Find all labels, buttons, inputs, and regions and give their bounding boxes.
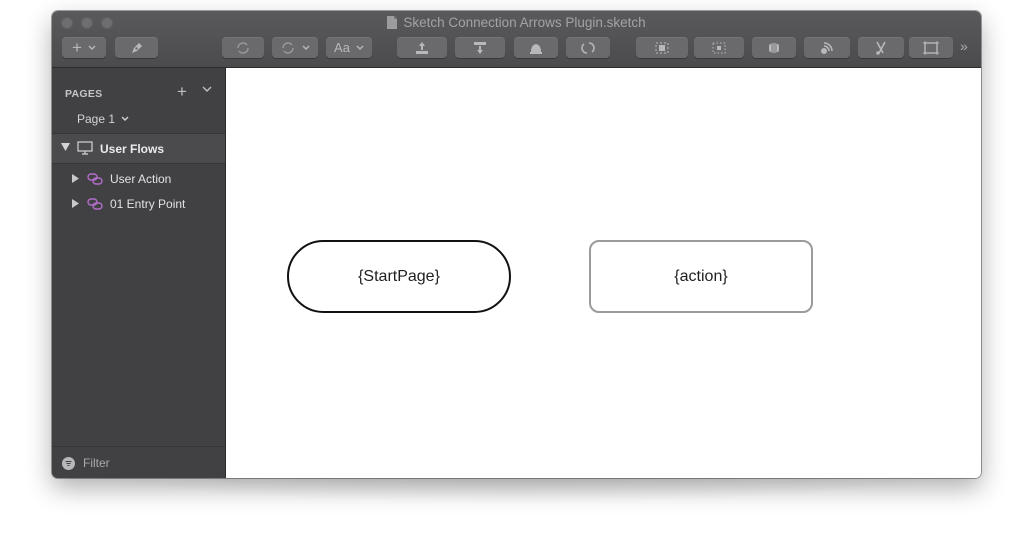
monitor-icon xyxy=(77,141,93,155)
artboard-button[interactable] xyxy=(909,37,953,58)
pen-icon xyxy=(131,42,142,53)
refresh-icon xyxy=(581,41,595,54)
group-icon xyxy=(655,42,669,53)
page-selector[interactable]: Page 1 xyxy=(77,112,129,126)
layer-stack-button[interactable] xyxy=(804,37,850,58)
disclosure-triangle-icon[interactable] xyxy=(61,143,70,151)
pen-tool-button[interactable] xyxy=(115,37,158,58)
action-shape[interactable]: {action} xyxy=(589,240,813,313)
filter-bar[interactable]: Filter xyxy=(52,446,225,478)
add-page-button[interactable]: + xyxy=(177,82,187,102)
shape-label: {action} xyxy=(674,267,728,285)
group-button[interactable] xyxy=(636,37,688,58)
filter-icon xyxy=(62,457,75,470)
shape-label: {StartPage} xyxy=(358,267,440,285)
design-canvas[interactable]: {StartPage} {action} xyxy=(226,68,981,478)
mask-icon xyxy=(769,42,779,53)
move-forward-button[interactable] xyxy=(397,37,447,58)
chevron-down-icon xyxy=(302,45,310,50)
scissors-button[interactable] xyxy=(858,37,904,58)
disclosure-triangle-icon[interactable] xyxy=(72,174,79,183)
link-icon xyxy=(87,173,103,185)
layer-item-user-action[interactable]: User Action xyxy=(52,168,225,190)
upload-icon xyxy=(416,41,428,54)
layer-item-label: 01 Entry Point xyxy=(110,197,186,211)
refresh-button[interactable] xyxy=(566,37,610,58)
chevron-down-icon xyxy=(88,45,96,50)
link-icon xyxy=(87,198,103,210)
text-style-button[interactable]: Aa xyxy=(326,37,372,58)
disclosure-triangle-icon[interactable] xyxy=(72,199,79,208)
scissors-icon xyxy=(876,41,886,55)
chevron-down-icon xyxy=(356,45,364,50)
layer-sidebar: PAGES + Page 1 User Flows User Action 01… xyxy=(52,68,226,478)
ungroup-icon xyxy=(712,42,726,53)
text-style-icon: Aa xyxy=(334,40,350,55)
window-title-text: Sketch Connection Arrows Plugin.sketch xyxy=(403,15,646,30)
title-toolbar: Sketch Connection Arrows Plugin.sketch +… xyxy=(52,11,981,68)
layer-item-label: User Action xyxy=(110,172,172,186)
toolbar-overflow-button[interactable]: » xyxy=(960,38,968,54)
layers-icon xyxy=(821,41,833,54)
filter-label: Filter xyxy=(83,456,110,470)
download-icon xyxy=(474,41,486,54)
move-backward-button[interactable] xyxy=(455,37,505,58)
notification-button[interactable] xyxy=(514,37,558,58)
layer-item-entry-point[interactable]: 01 Entry Point xyxy=(52,193,225,215)
layer-group-user-flows[interactable]: User Flows xyxy=(52,133,225,164)
chevron-down-icon xyxy=(121,116,129,121)
current-page-label: Page 1 xyxy=(77,112,116,126)
start-page-shape[interactable]: {StartPage} xyxy=(287,240,511,313)
insert-button[interactable]: + xyxy=(62,37,106,58)
mask-button[interactable] xyxy=(752,37,796,58)
flip-icon xyxy=(282,41,294,54)
bell-icon xyxy=(530,43,542,54)
window-title: Sketch Connection Arrows Plugin.sketch xyxy=(52,15,981,31)
rotate-icon xyxy=(237,41,249,54)
pages-header: PAGES xyxy=(65,88,103,100)
ungroup-button[interactable] xyxy=(694,37,744,58)
artboard-icon xyxy=(923,40,939,55)
insert-icon: + xyxy=(72,38,82,57)
layer-group-label: User Flows xyxy=(100,142,165,156)
app-window: Sketch Connection Arrows Plugin.sketch +… xyxy=(52,11,981,478)
flip-button[interactable] xyxy=(272,37,318,58)
chevron-down-icon[interactable] xyxy=(202,86,212,93)
document-icon xyxy=(387,16,398,29)
rotate-button[interactable] xyxy=(222,37,264,58)
